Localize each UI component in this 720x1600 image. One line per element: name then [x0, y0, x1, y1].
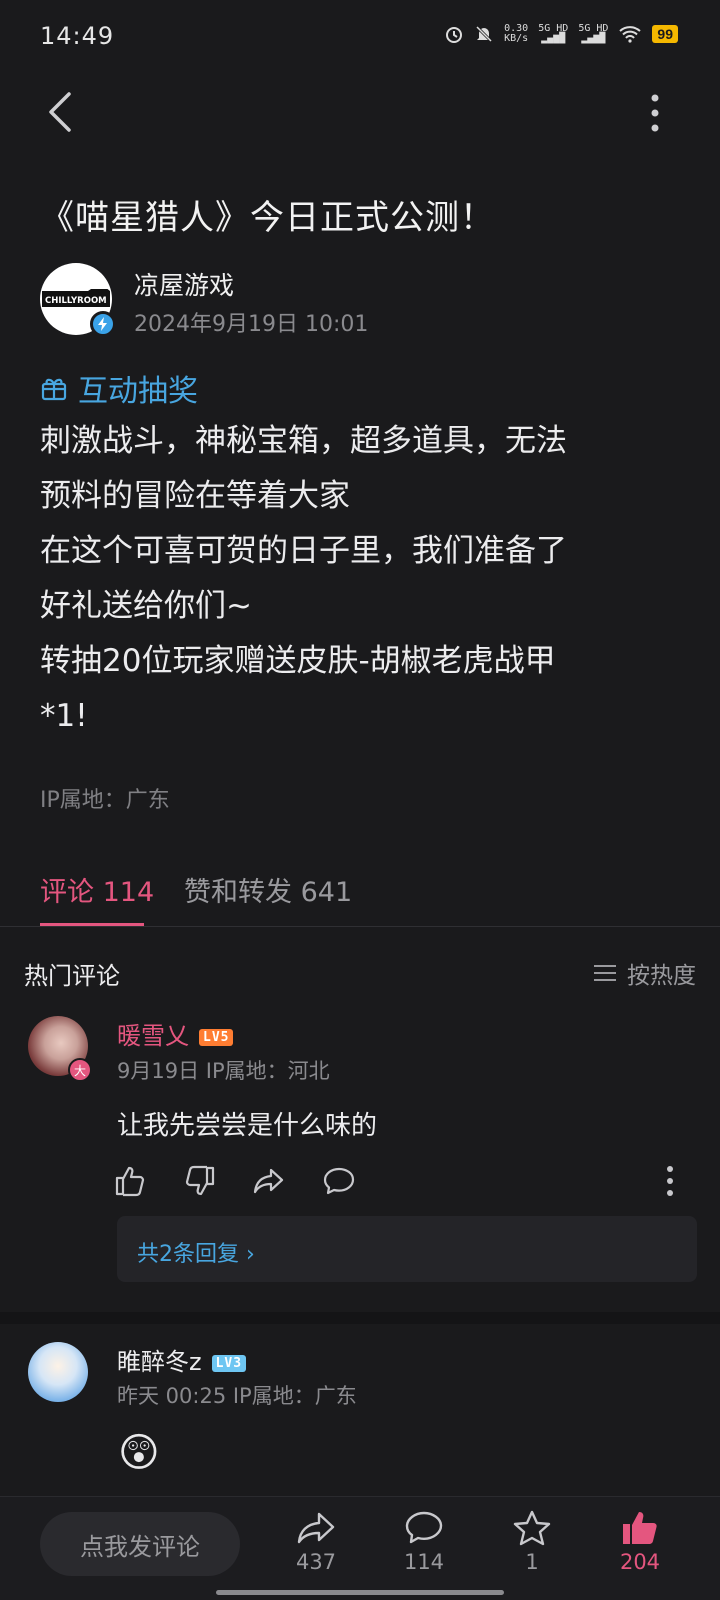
share-button[interactable]: 437: [276, 1510, 356, 1574]
comment-count: 114: [403, 1550, 445, 1574]
commenter-avatar[interactable]: 大: [28, 1016, 92, 1082]
thumbs-up-icon: [115, 1166, 145, 1197]
level-badge: LV3: [211, 1354, 247, 1372]
post-body-line: 刺激战斗，神秘宝箱，超多道具，无法: [40, 423, 567, 459]
net-speed: 0.30 KB/s: [504, 23, 529, 44]
status-time: 14:49: [40, 22, 115, 50]
thumbs-down-icon: [185, 1165, 215, 1196]
alarm-icon: [446, 27, 463, 43]
verified-badge: [90, 311, 116, 337]
commenter-name-text: 暖雪乂: [117, 1022, 189, 1050]
creator-badge: 大: [68, 1058, 92, 1082]
star-icon: [513, 1510, 551, 1546]
like-button[interactable]: 204: [600, 1510, 680, 1574]
comment-emoji: 😲: [118, 1430, 160, 1476]
comment-more-button[interactable]: [664, 1164, 676, 1198]
like-count: 204: [619, 1550, 661, 1574]
signal-1-icon: 5G HD ▂▄▆█: [538, 23, 569, 44]
sort-label: 按热度: [627, 963, 696, 989]
post-body: 刺激战斗，神秘宝箱，超多道具，无法 预料的冒险在等着大家 在这个可喜可贺的日子里…: [40, 414, 690, 744]
home-indicator: [216, 1590, 504, 1595]
commenter-name[interactable]: 睢醉冬z LV3: [117, 1342, 247, 1377]
share-arrow-icon: [297, 1512, 335, 1544]
comment-separator: [0, 1312, 720, 1324]
comment-input[interactable]: 点我发评论: [40, 1512, 240, 1576]
comment-reply-button[interactable]: [322, 1164, 356, 1198]
comment-button[interactable]: 114: [384, 1510, 464, 1574]
comment-dislike-button[interactable]: [182, 1164, 216, 1198]
post-body-line: 转抽20位玩家赠送皮肤-胡椒老虎战甲: [40, 643, 556, 679]
post-body-line: *1!: [40, 698, 88, 734]
chillyroom-logo: CHILLYROOM: [42, 289, 110, 307]
share-arrow-icon: [253, 1168, 284, 1194]
post-body-line: 在这个可喜可贺的日子里，我们准备了: [40, 533, 567, 569]
more-options-button[interactable]: [640, 92, 670, 136]
divider: [0, 926, 720, 927]
share-count: 437: [295, 1550, 337, 1574]
comment-share-button[interactable]: [252, 1164, 286, 1198]
tab-comments[interactable]: 评论 114: [40, 870, 154, 909]
post-ip-location: IP属地：广东: [40, 788, 170, 813]
view-replies-link[interactable]: 共2条回复 ›: [137, 1236, 255, 1268]
hot-comments-heading: 热门评论: [24, 962, 120, 990]
chevron-left-icon: [49, 92, 71, 132]
battery-indicator: 99: [652, 25, 678, 43]
more-vertical-icon: [651, 94, 659, 132]
signal-2-icon: 5G HD ▂▄▆█: [578, 23, 609, 44]
commenter-name[interactable]: 暖雪乂 LV5: [117, 1016, 234, 1051]
speech-bubble-icon: [405, 1511, 443, 1544]
favorite-button[interactable]: 1: [492, 1510, 572, 1574]
commenter-name-text: 睢醉冬z: [117, 1348, 202, 1376]
post-title: 《喵星猎人》今日正式公测！: [40, 198, 495, 238]
status-icons: 0.30 KB/s 5G HD ▂▄▆█ 5G HD ▂▄▆█ 99: [444, 24, 678, 44]
gift-icon: [41, 378, 67, 401]
lottery-tag[interactable]: 互动抽奖: [40, 366, 198, 410]
thumbs-up-filled-icon: [623, 1512, 657, 1544]
more-vertical-icon: [667, 1166, 673, 1196]
post-body-line: 预料的冒险在等着大家: [40, 478, 350, 514]
sort-button[interactable]: 按热度: [593, 956, 696, 990]
speech-bubble-icon: [323, 1167, 355, 1195]
sort-lines-icon: [594, 965, 616, 981]
comment-meta: 昨天 00:25 IP属地：广东: [117, 1384, 357, 1408]
post-time: 2024年9月19日 10:01: [134, 312, 369, 337]
lottery-tag-label: 互动抽奖: [78, 374, 198, 409]
lightning-icon: [98, 317, 107, 331]
level-badge: LV5: [199, 1028, 234, 1046]
commenter-avatar[interactable]: [28, 1342, 88, 1402]
comment-meta: 9月19日 IP属地：河北: [117, 1059, 330, 1083]
comment-like-button[interactable]: [114, 1164, 148, 1198]
back-button[interactable]: [40, 90, 84, 134]
author-name[interactable]: 凉屋游戏: [134, 266, 234, 302]
svg-text:CHILLYROOM: CHILLYROOM: [45, 296, 107, 306]
favorite-count: 1: [525, 1550, 539, 1574]
comment-text: 让我先尝尝是什么味的: [117, 1111, 378, 1141]
wifi-icon: [619, 26, 642, 43]
mute-bell-icon: [476, 25, 493, 43]
author-avatar[interactable]: CHILLYROOM: [40, 263, 116, 337]
post-body-line: 好礼送给你们~: [40, 588, 252, 624]
tab-likes-shares[interactable]: 赞和转发 641: [184, 870, 352, 909]
